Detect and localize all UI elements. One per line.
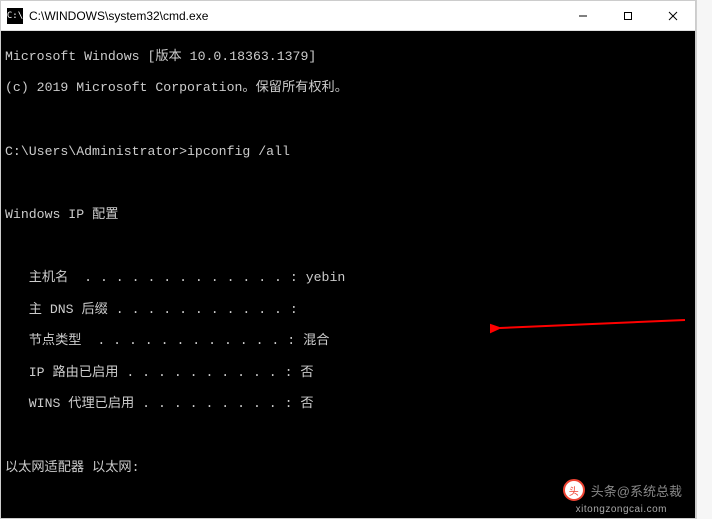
line-ip-routing: IP 路由已启用 . . . . . . . . . . : 否 (5, 365, 691, 381)
titlebar-controls (560, 1, 695, 31)
titlebar[interactable]: C:\ C:\WINDOWS\system32\cmd.exe (1, 1, 695, 31)
close-icon (668, 11, 678, 21)
line-header2: (c) 2019 Microsoft Corporation。保留所有权利。 (5, 80, 691, 96)
maximize-button[interactable] (605, 1, 650, 31)
watermark-subtext: xitongzongcai.com (576, 504, 667, 515)
minimize-button[interactable] (560, 1, 605, 31)
watermark: 头 头条@系统总裁 (563, 479, 682, 501)
window-title: C:\WINDOWS\system32\cmd.exe (29, 9, 560, 23)
watermark-avatar-icon: 头 (563, 479, 585, 501)
terminal-output[interactable]: Microsoft Windows [版本 10.0.18363.1379] (… (1, 31, 695, 518)
line-section-ipconfig: Windows IP 配置 (5, 207, 691, 223)
cmd-window: C:\ C:\WINDOWS\system32\cmd.exe Microsof… (0, 0, 696, 519)
line-blank (5, 238, 691, 254)
line-node-type: 节点类型 . . . . . . . . . . . . : 混合 (5, 333, 691, 349)
line-section-adapter: 以太网适配器 以太网: (5, 460, 691, 476)
line-blank (5, 428, 691, 444)
line-header1: Microsoft Windows [版本 10.0.18363.1379] (5, 49, 691, 65)
line-wins-proxy: WINS 代理已启用 . . . . . . . . . : 否 (5, 396, 691, 412)
background-window-sliver (696, 0, 712, 519)
line-primary-dns: 主 DNS 后缀 . . . . . . . . . . . : (5, 302, 691, 318)
line-host-name: 主机名 . . . . . . . . . . . . . : yebin (5, 270, 691, 286)
minimize-icon (578, 11, 588, 21)
maximize-icon (623, 11, 633, 21)
line-prompt: C:\Users\Administrator>ipconfig /all (5, 144, 691, 160)
line-blank (5, 112, 691, 128)
cmd-icon: C:\ (7, 8, 23, 24)
watermark-text: 头条@系统总裁 (591, 481, 682, 500)
close-button[interactable] (650, 1, 695, 31)
line-blank (5, 175, 691, 191)
